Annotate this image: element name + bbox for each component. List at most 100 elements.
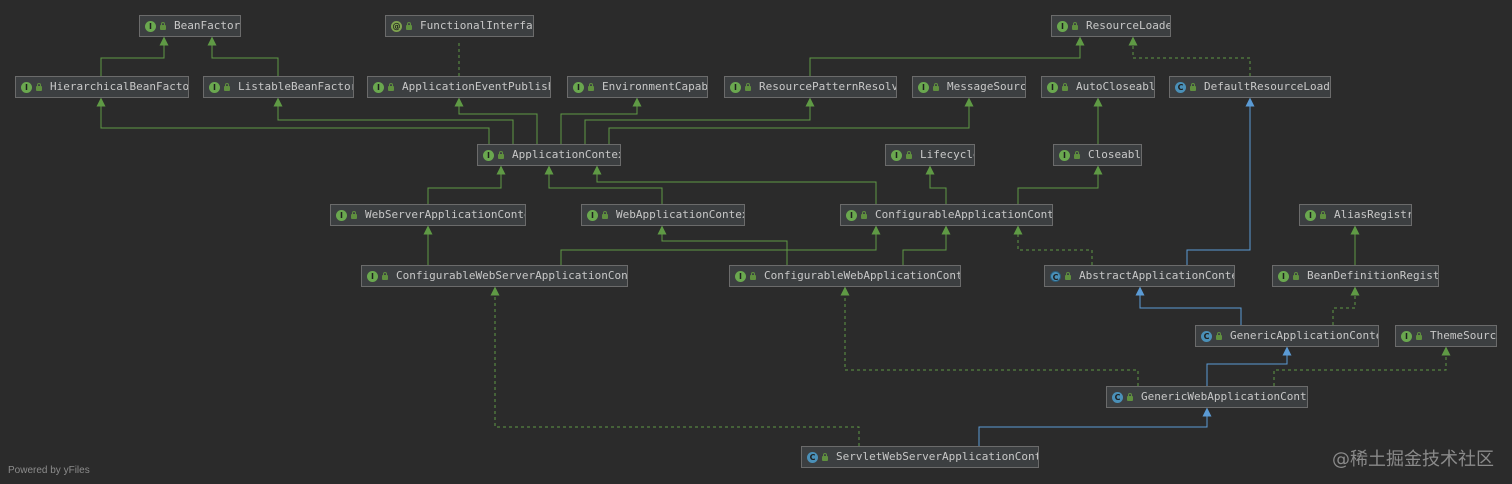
edge-extends bbox=[96, 97, 490, 144]
node-environment-capable[interactable]: I EnvironmentCapable bbox=[567, 76, 708, 98]
node-configurable-web-server-application-context[interactable]: I ConfigurableWebServerApplicationContext bbox=[361, 265, 628, 287]
node-web-application-context[interactable]: I WebApplicationContext bbox=[581, 204, 745, 226]
edge-extends bbox=[560, 225, 881, 265]
public-access-icon bbox=[749, 272, 757, 280]
node-label: AbstractApplicationContext bbox=[1079, 269, 1235, 282]
node-alias-registry[interactable]: I AliasRegistry bbox=[1299, 204, 1412, 226]
interface-icon: I bbox=[735, 270, 746, 282]
node-label: MessageSource bbox=[947, 80, 1026, 93]
node-servlet-web-server-application-context[interactable]: C ServletWebServerApplicationContext bbox=[801, 446, 1039, 468]
public-access-icon bbox=[223, 83, 231, 91]
node-label: AliasRegistry bbox=[1334, 208, 1412, 221]
node-bean-definition-registry[interactable]: I BeanDefinitionRegistry bbox=[1272, 265, 1439, 287]
edge-implements bbox=[490, 286, 860, 446]
node-label: ConfigurableWebApplicationContext bbox=[764, 269, 961, 282]
interface-icon: I bbox=[1057, 20, 1068, 32]
edges-layer bbox=[96, 36, 1451, 446]
node-label: ApplicationEventPublisher bbox=[402, 80, 550, 93]
node-auto-closeable[interactable]: I AutoCloseable bbox=[1041, 76, 1155, 98]
edge-extends bbox=[454, 97, 538, 144]
node-label: EnvironmentCapable bbox=[602, 80, 708, 93]
node-label: FunctionalInterface bbox=[420, 19, 534, 32]
node-abstract-application-context[interactable]: C AbstractApplicationContext bbox=[1044, 265, 1235, 287]
node-label: WebServerApplicationContext bbox=[365, 208, 526, 221]
watermark: @稀土掘金技术社区 bbox=[1332, 449, 1494, 470]
node-listable-bean-factory[interactable]: I ListableBeanFactory bbox=[203, 76, 354, 98]
node-label: DefaultResourceLoader bbox=[1204, 80, 1331, 93]
node-web-server-application-context[interactable]: I WebServerApplicationContext bbox=[330, 204, 526, 226]
interface-icon: I bbox=[483, 149, 494, 161]
node-bean-factory[interactable]: I BeanFactory bbox=[139, 15, 241, 37]
node-label: HierarchicalBeanFactory bbox=[50, 80, 189, 93]
public-access-icon bbox=[1415, 332, 1423, 340]
node-application-event-publisher[interactable]: I ApplicationEventPublisher bbox=[367, 76, 551, 98]
node-default-resource-loader[interactable]: C DefaultResourceLoader bbox=[1169, 76, 1331, 98]
node-label: ThemeSource bbox=[1430, 329, 1497, 342]
node-label: BeanDefinitionRegistry bbox=[1307, 269, 1439, 282]
edge-class-extends bbox=[978, 407, 1212, 446]
node-configurable-application-context[interactable]: I ConfigurableApplicationContext bbox=[840, 204, 1053, 226]
node-label: ListableBeanFactory bbox=[238, 80, 354, 93]
node-message-source[interactable]: I MessageSource bbox=[912, 76, 1026, 98]
edge-extends bbox=[273, 97, 514, 144]
interface-icon: I bbox=[1305, 209, 1316, 221]
interface-icon: I bbox=[573, 81, 584, 93]
edge-implements bbox=[1128, 36, 1251, 76]
node-hierarchical-bean-factory[interactable]: I HierarchicalBeanFactory bbox=[15, 76, 189, 98]
interface-icon: I bbox=[1059, 149, 1070, 161]
powered-by-footer: Powered by yFiles bbox=[8, 465, 90, 476]
edge-extends bbox=[608, 97, 974, 144]
public-access-icon bbox=[1064, 272, 1072, 280]
edge-class-extends bbox=[1186, 97, 1255, 265]
node-resource-pattern-resolver[interactable]: I ResourcePatternResolver bbox=[724, 76, 897, 98]
interface-icon: I bbox=[209, 81, 220, 93]
public-access-icon bbox=[350, 211, 358, 219]
node-functional-interface[interactable]: @ FunctionalInterface bbox=[385, 15, 534, 37]
public-access-icon bbox=[860, 211, 868, 219]
node-generic-web-application-context[interactable]: C GenericWebApplicationContext bbox=[1106, 386, 1308, 408]
class-icon: C bbox=[807, 451, 818, 463]
node-closeable[interactable]: I Closeable bbox=[1053, 144, 1142, 166]
edge-class-extends bbox=[1206, 346, 1292, 386]
node-label: ApplicationContext bbox=[512, 148, 621, 161]
public-access-icon bbox=[1292, 272, 1300, 280]
public-access-icon bbox=[744, 83, 752, 91]
interface-icon: I bbox=[1047, 81, 1058, 93]
node-label: ConfigurableApplicationContext bbox=[875, 208, 1052, 221]
class-diagram: I BeanFactory @ FunctionalInterface I Resourc… bbox=[0, 0, 1512, 484]
edge-extends bbox=[584, 97, 815, 144]
interface-icon: I bbox=[367, 270, 378, 282]
interface-icon: I bbox=[336, 209, 347, 221]
node-label: ServletWebServerApplicationContext bbox=[836, 450, 1039, 463]
edge-extends bbox=[100, 36, 169, 76]
node-generic-application-context[interactable]: C GenericApplicationContext bbox=[1195, 325, 1379, 347]
edge-extends bbox=[1017, 165, 1103, 204]
node-configurable-web-application-context[interactable]: I ConfigurableWebApplicationContext bbox=[729, 265, 961, 287]
edge-extends bbox=[544, 165, 663, 204]
public-access-icon bbox=[1319, 211, 1327, 219]
node-label: ResourceLoader bbox=[1086, 19, 1171, 32]
node-lifecycle[interactable]: I Lifecycle bbox=[885, 144, 975, 166]
node-resource-loader[interactable]: I ResourceLoader bbox=[1051, 15, 1171, 37]
node-theme-source[interactable]: I ThemeSource bbox=[1395, 325, 1497, 347]
node-label: GenericApplicationContext bbox=[1230, 329, 1378, 342]
interface-icon: I bbox=[587, 209, 598, 221]
edge-implements bbox=[1013, 225, 1093, 265]
public-access-icon bbox=[1215, 332, 1223, 340]
node-label: ConfigurableWebServerApplicationContext bbox=[396, 269, 628, 282]
node-label: ResourcePatternResolver bbox=[759, 80, 897, 93]
class-icon: C bbox=[1201, 330, 1212, 342]
abstract-class-icon: C bbox=[1050, 270, 1061, 282]
public-access-icon bbox=[821, 453, 829, 461]
interface-icon: I bbox=[846, 209, 857, 221]
class-icon: C bbox=[1112, 391, 1123, 403]
interface-icon: I bbox=[145, 20, 156, 32]
edge-extends bbox=[902, 225, 951, 265]
public-access-icon bbox=[1126, 393, 1134, 401]
node-application-context[interactable]: I ApplicationContext bbox=[477, 144, 621, 166]
class-icon: C bbox=[1175, 81, 1186, 93]
public-access-icon bbox=[1073, 151, 1081, 159]
public-access-icon bbox=[1061, 83, 1069, 91]
node-label: Closeable bbox=[1088, 148, 1142, 161]
node-label: GenericWebApplicationContext bbox=[1141, 390, 1308, 403]
